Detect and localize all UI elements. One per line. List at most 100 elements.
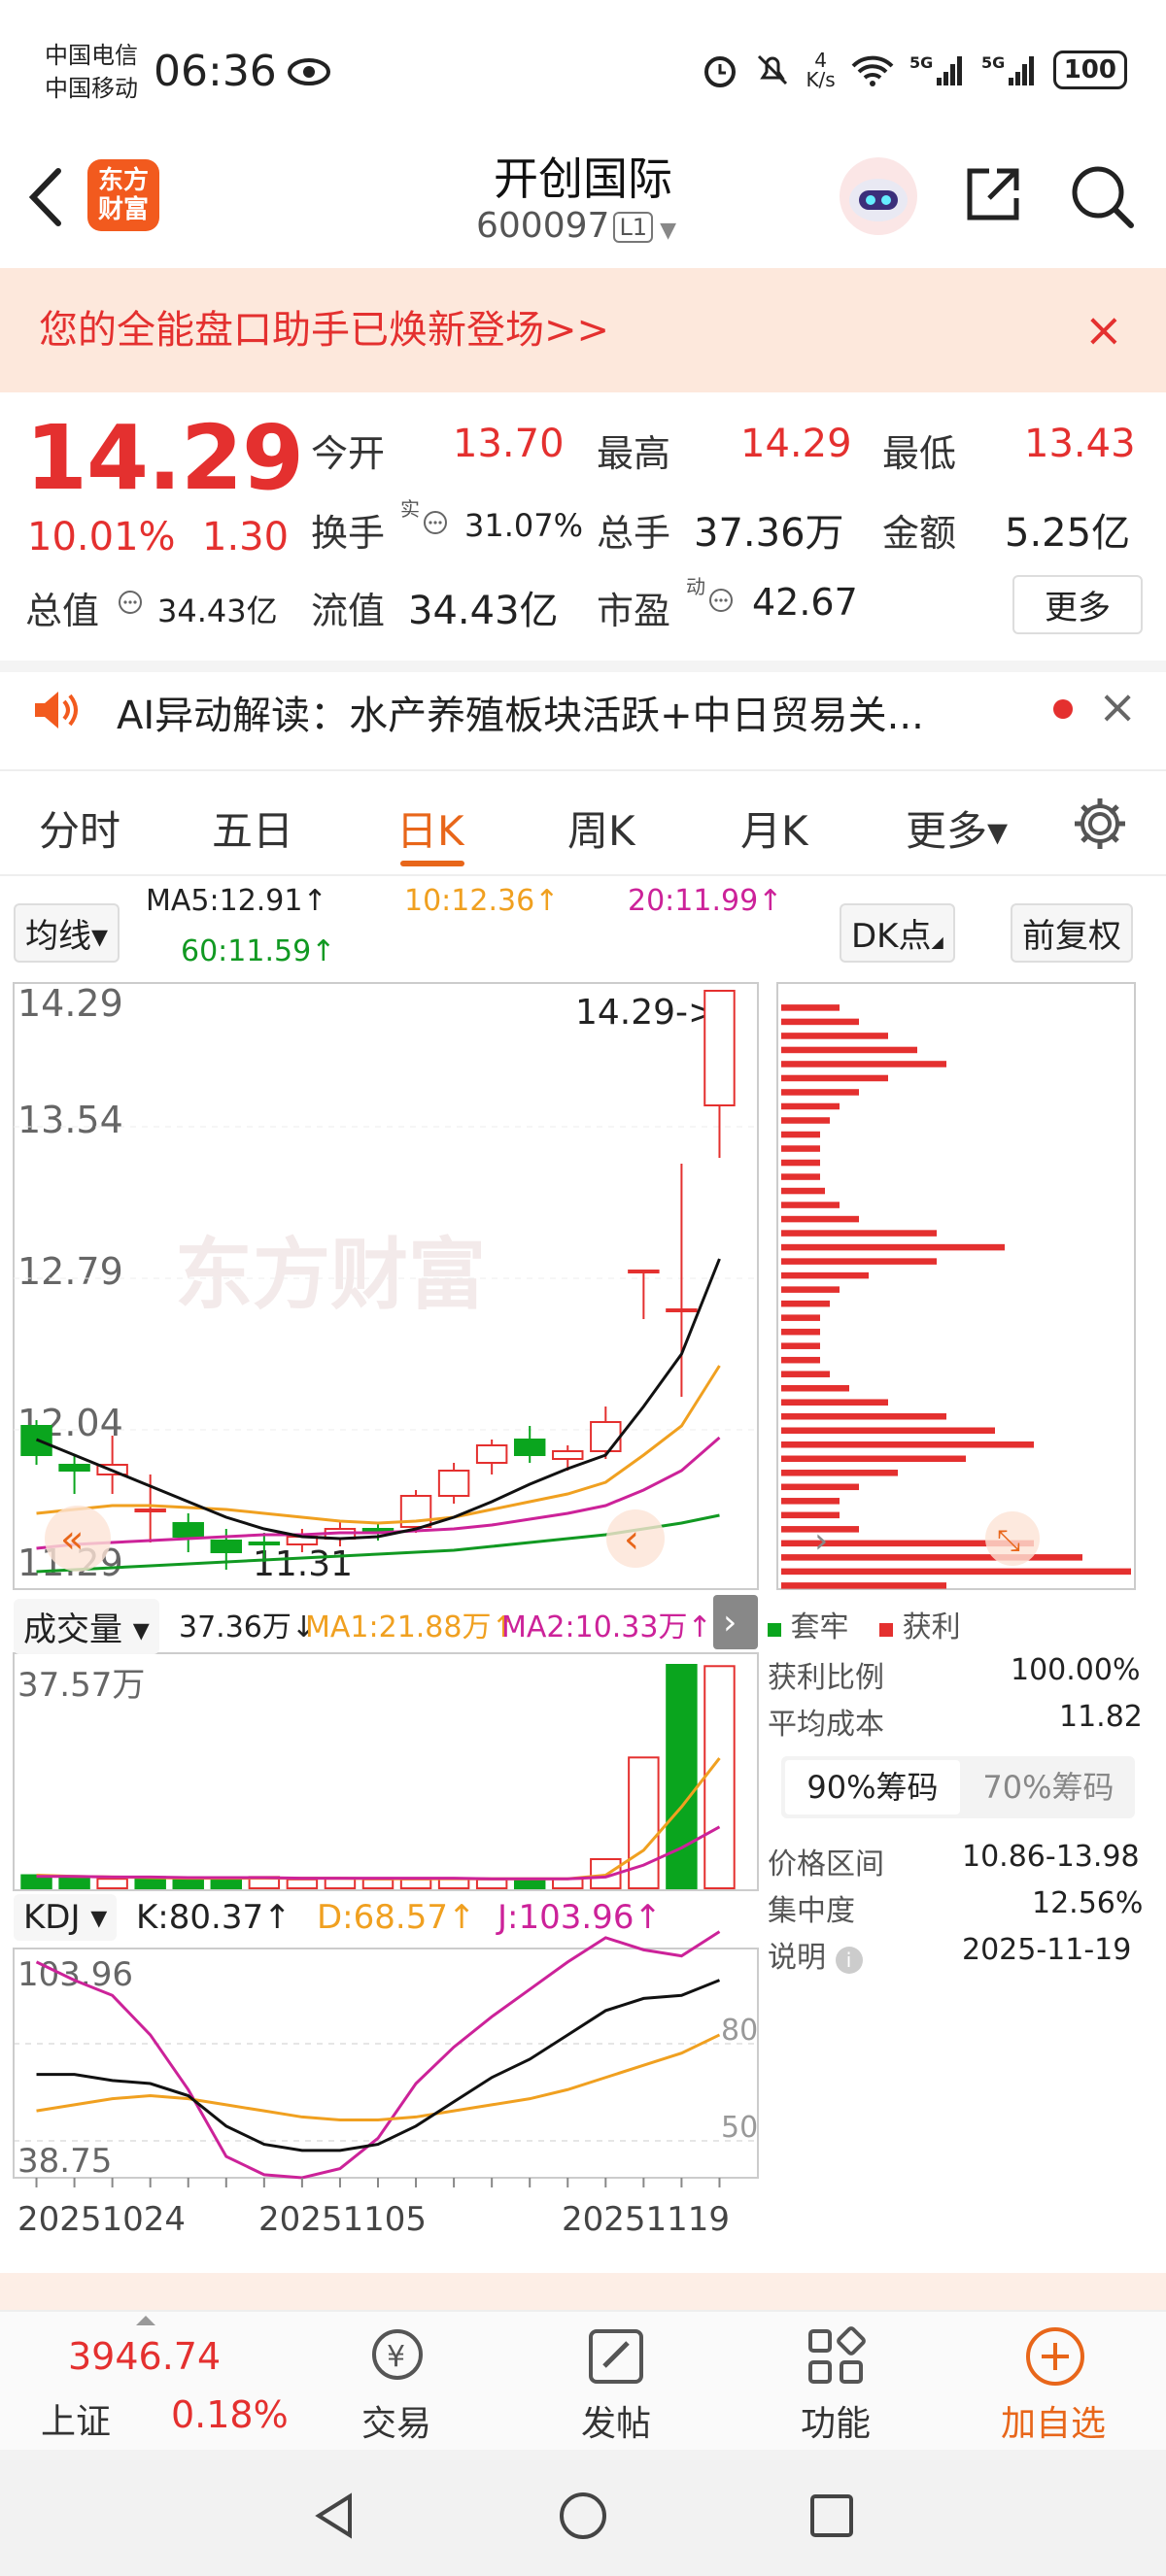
profit-swatch <box>879 1623 894 1637</box>
add-watchlist-icon[interactable] <box>1024 2325 1086 2388</box>
chip-bar <box>781 1371 830 1377</box>
tab-weekly-k[interactable]: 周K <box>567 798 635 858</box>
search-icon[interactable] <box>1069 163 1135 229</box>
pe-label: 市盈 <box>597 590 671 632</box>
ai-alert-text[interactable]: AI异动解读：水产养殖板块活跃+中日贸易关... <box>117 684 924 740</box>
note-label: 说明 i <box>768 1933 863 1976</box>
trade-icon[interactable]: ¥ <box>363 2323 431 2386</box>
volume-bar <box>399 1878 432 1889</box>
chip-bars <box>781 1004 1131 1589</box>
low-value: 13.43 <box>1024 422 1136 466</box>
candle-body <box>628 1270 660 1273</box>
nav-post[interactable]: 发帖 <box>581 2395 651 2446</box>
chip-bar <box>781 1470 898 1476</box>
chip-bar <box>781 1046 917 1054</box>
ma-selector[interactable]: 均线▾ <box>14 903 120 963</box>
nav-trade[interactable]: 交易 <box>361 2395 431 2446</box>
candle-body <box>590 1421 622 1452</box>
watermark: 东方财富 <box>175 1230 486 1320</box>
chip-bar <box>781 1018 859 1026</box>
volume-value: 37.36万↓ <box>179 1610 317 1644</box>
chip-tab-bar: 90%筹码 70%筹码 <box>781 1756 1135 1818</box>
chip-bar <box>781 1187 825 1195</box>
more-button[interactable]: 更多 <box>1012 575 1143 634</box>
svg-text:¥: ¥ <box>387 2340 405 2374</box>
tab-chip-90[interactable]: 90%筹码 <box>785 1760 960 1814</box>
nav-add-watchlist[interactable]: 加自选 <box>1001 2395 1106 2446</box>
volume-selector[interactable]: 成交量 ▾ <box>14 1599 159 1654</box>
volume-bar <box>286 1878 319 1889</box>
volume-bar <box>96 1878 128 1890</box>
adjust-button[interactable]: 前复权 <box>1011 903 1133 963</box>
tab-daily-k[interactable]: 日K <box>396 798 464 858</box>
index-name[interactable]: 上证 <box>41 2393 111 2444</box>
low-label: 最低 <box>882 432 957 475</box>
kdj-selector[interactable]: KDJ ▾ <box>14 1894 118 1941</box>
chevron-right-icon: › <box>723 1603 737 1643</box>
eye-icon <box>288 58 330 85</box>
pe-value: 42.67 <box>752 581 858 624</box>
ai-close-icon[interactable]: × <box>1098 680 1137 734</box>
svg-text:5G: 5G <box>981 53 1005 72</box>
chip-bar <box>781 1342 820 1349</box>
active-tab-indicator <box>400 861 464 866</box>
chip-bar <box>781 1328 820 1336</box>
price-axis-label-3: 12.79 <box>17 1250 123 1293</box>
candle-body <box>475 1444 508 1464</box>
settings-gear-icon[interactable] <box>1071 795 1129 853</box>
date-label-2: 20251105 <box>258 2200 427 2239</box>
tab-monthly-k[interactable]: 月K <box>740 798 808 858</box>
high-value: 14.29 <box>740 422 852 466</box>
candle-body <box>210 1540 243 1553</box>
volume-ma2: MA2:10.33万↑ <box>501 1610 712 1644</box>
kdj-max-label: 103.96 <box>17 1955 133 1994</box>
nav-back-triangle-icon[interactable] <box>307 2489 361 2543</box>
volume-bar <box>210 1877 243 1890</box>
net-speed: 4 K/s <box>806 49 836 91</box>
chip-bar <box>781 1568 1131 1576</box>
chip-bar <box>781 1314 820 1321</box>
open-label: 今开 <box>311 432 386 475</box>
tab-five-day[interactable]: 五日 <box>212 798 293 858</box>
index-value[interactable]: 3946.74 <box>68 2335 221 2378</box>
chip-bar <box>781 1145 820 1152</box>
bottom-nav: 3946.74 上证 0.18% ¥ 交易 发帖 功能 加自选 <box>0 2310 1166 2450</box>
candle-body <box>172 1522 204 1538</box>
info-dots-icon <box>709 589 733 612</box>
volume-bar <box>703 1665 736 1889</box>
volume-value: 37.36万 <box>694 511 844 556</box>
chip-bar <box>781 1004 840 1011</box>
index-change[interactable]: 0.18% <box>171 2393 289 2436</box>
promo-banner[interactable]: 您的全能盘口助手已焕新登场>> × <box>0 268 1166 392</box>
market-level-badge: L1 <box>613 212 654 243</box>
price-range-label: 价格区间 <box>768 1847 884 1881</box>
collapsed-banner-edge <box>0 2273 1166 2310</box>
chip-bar <box>781 1074 888 1082</box>
ma60-value: 60:11.59↑ <box>181 934 336 968</box>
signal-5g-icon: 5G <box>909 53 962 85</box>
info-icon[interactable]: i <box>835 1947 863 1974</box>
chip-bar <box>781 1441 1034 1448</box>
kdj-min-label: 38.75 <box>17 2142 112 2181</box>
nav-recents-square-icon[interactable] <box>805 2489 859 2543</box>
chip-bar <box>781 1286 840 1293</box>
nav-function[interactable]: 功能 <box>801 2395 871 2446</box>
function-grid-icon[interactable] <box>805 2325 867 2388</box>
chip-distribution-chart: › ⤡ <box>776 982 1136 1590</box>
last-price-marker: 14.29-> <box>575 993 717 1033</box>
candle-body <box>666 1308 698 1312</box>
double-chevron-left-icon: « <box>60 1517 84 1562</box>
volume-max-label: 37.57万 <box>17 1666 145 1705</box>
tab-chip-70[interactable]: 70%筹码 <box>968 1760 1129 1814</box>
nav-home-circle-icon[interactable] <box>556 2489 610 2543</box>
tab-intraday[interactable]: 分时 <box>39 798 120 858</box>
stock-code-selector[interactable]: 600097 L1 ▼ <box>476 206 676 246</box>
tab-more[interactable]: 更多▾ <box>906 798 1008 858</box>
dk-point-button[interactable]: DK点◢ <box>840 903 955 963</box>
share-icon[interactable] <box>962 163 1024 225</box>
banner-close-icon[interactable]: × <box>1084 268 1123 392</box>
ai-assistant-avatar-icon[interactable] <box>838 155 919 237</box>
post-edit-icon[interactable] <box>585 2325 647 2388</box>
period-tabs: 分时 五日 日K 周K 月K 更多▾ <box>0 769 1166 876</box>
avg-cost-value: 11.82 <box>1059 1700 1143 1734</box>
